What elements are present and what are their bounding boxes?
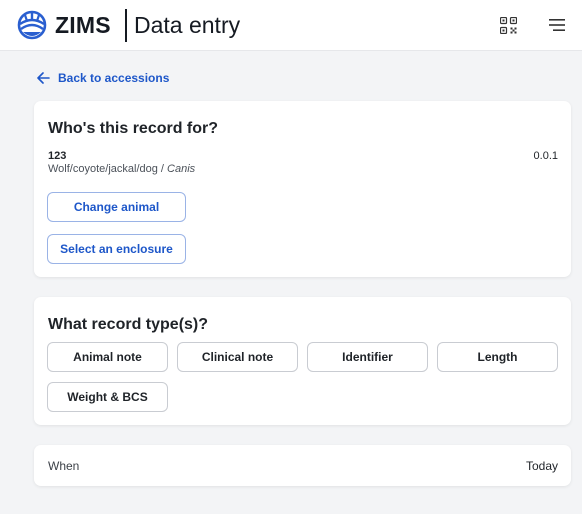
record-type-animal-note[interactable]: Animal note	[47, 342, 168, 372]
brand-divider	[125, 9, 127, 42]
page-title: Data entry	[134, 12, 241, 38]
app-header: ZIMS Data entry	[0, 0, 582, 51]
animal-sex-count: 0.0.1	[533, 150, 558, 162]
common-name: Wolf/coyote/jackal/dog /	[48, 163, 168, 175]
record-subject-heading: Who's this record for?	[48, 120, 219, 137]
when-value[interactable]: Today	[526, 459, 558, 473]
select-enclosure-button[interactable]: Select an enclosure	[47, 234, 186, 264]
animal-id: 123	[48, 150, 67, 162]
record-subject-card: Who's this record for? 123 0.0.1 Wolf/co…	[34, 101, 571, 277]
record-type-weight-bcs[interactable]: Weight & BCS	[47, 382, 168, 412]
when-row[interactable]: When Today	[34, 445, 571, 486]
arrow-left-icon	[37, 72, 50, 84]
animal-taxonomy: Wolf/coyote/jackal/dog / Canis	[48, 163, 195, 175]
qr-code-icon[interactable]	[500, 17, 517, 34]
record-type-heading: What record type(s)?	[48, 316, 209, 333]
brand-name: ZIMS	[55, 12, 111, 38]
record-type-identifier[interactable]: Identifier	[307, 342, 428, 372]
when-label: When	[48, 459, 80, 473]
genus-name: Canis	[167, 163, 196, 175]
record-type-card: What record type(s)? Animal note Clinica…	[34, 297, 571, 425]
zims-logo-icon[interactable]	[17, 10, 47, 40]
record-type-clinical-note[interactable]: Clinical note	[177, 342, 298, 372]
change-animal-button[interactable]: Change animal	[47, 192, 186, 222]
back-to-accessions-link[interactable]: Back to accessions	[37, 71, 169, 85]
hamburger-menu-icon[interactable]	[549, 18, 565, 32]
record-type-length[interactable]: Length	[437, 342, 558, 372]
back-link-label: Back to accessions	[58, 71, 170, 85]
